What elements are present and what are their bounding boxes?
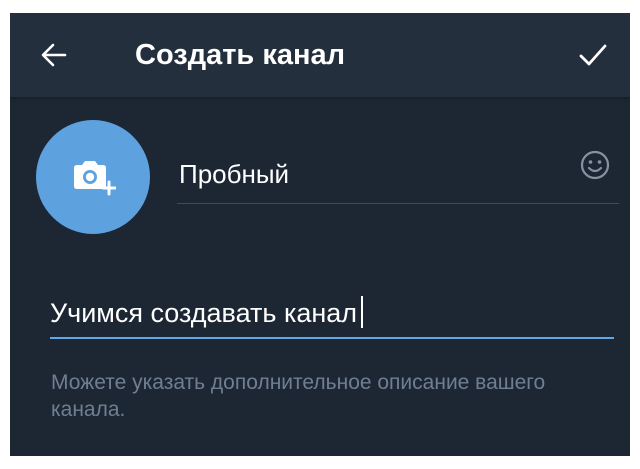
channel-description-field[interactable]: Учимся создавать канал: [50, 291, 614, 339]
done-button[interactable]: [567, 29, 619, 81]
text-cursor: [361, 296, 364, 328]
app-header: Создать канал: [10, 13, 630, 97]
camera-add-icon: [74, 161, 116, 196]
description-value: Учимся создавать канал: [50, 298, 358, 328]
create-channel-screen: Создать канал Пробный Учимся создавать к…: [10, 13, 630, 456]
arrow-left-icon: [41, 43, 67, 67]
channel-name-value: Пробный: [179, 159, 290, 189]
channel-photo-button[interactable]: [36, 120, 150, 234]
description-hint: Можете указать дополнительное описание в…: [51, 371, 546, 421]
description-text: Учимся создавать канал: [50, 295, 364, 331]
back-button[interactable]: [28, 29, 80, 81]
checkmark-icon: [579, 44, 607, 66]
channel-name-field[interactable]: Пробный: [177, 147, 619, 204]
emoji-button[interactable]: [574, 144, 616, 186]
page-title: Создать канал: [135, 39, 346, 71]
smiley-face-icon: [580, 150, 610, 180]
